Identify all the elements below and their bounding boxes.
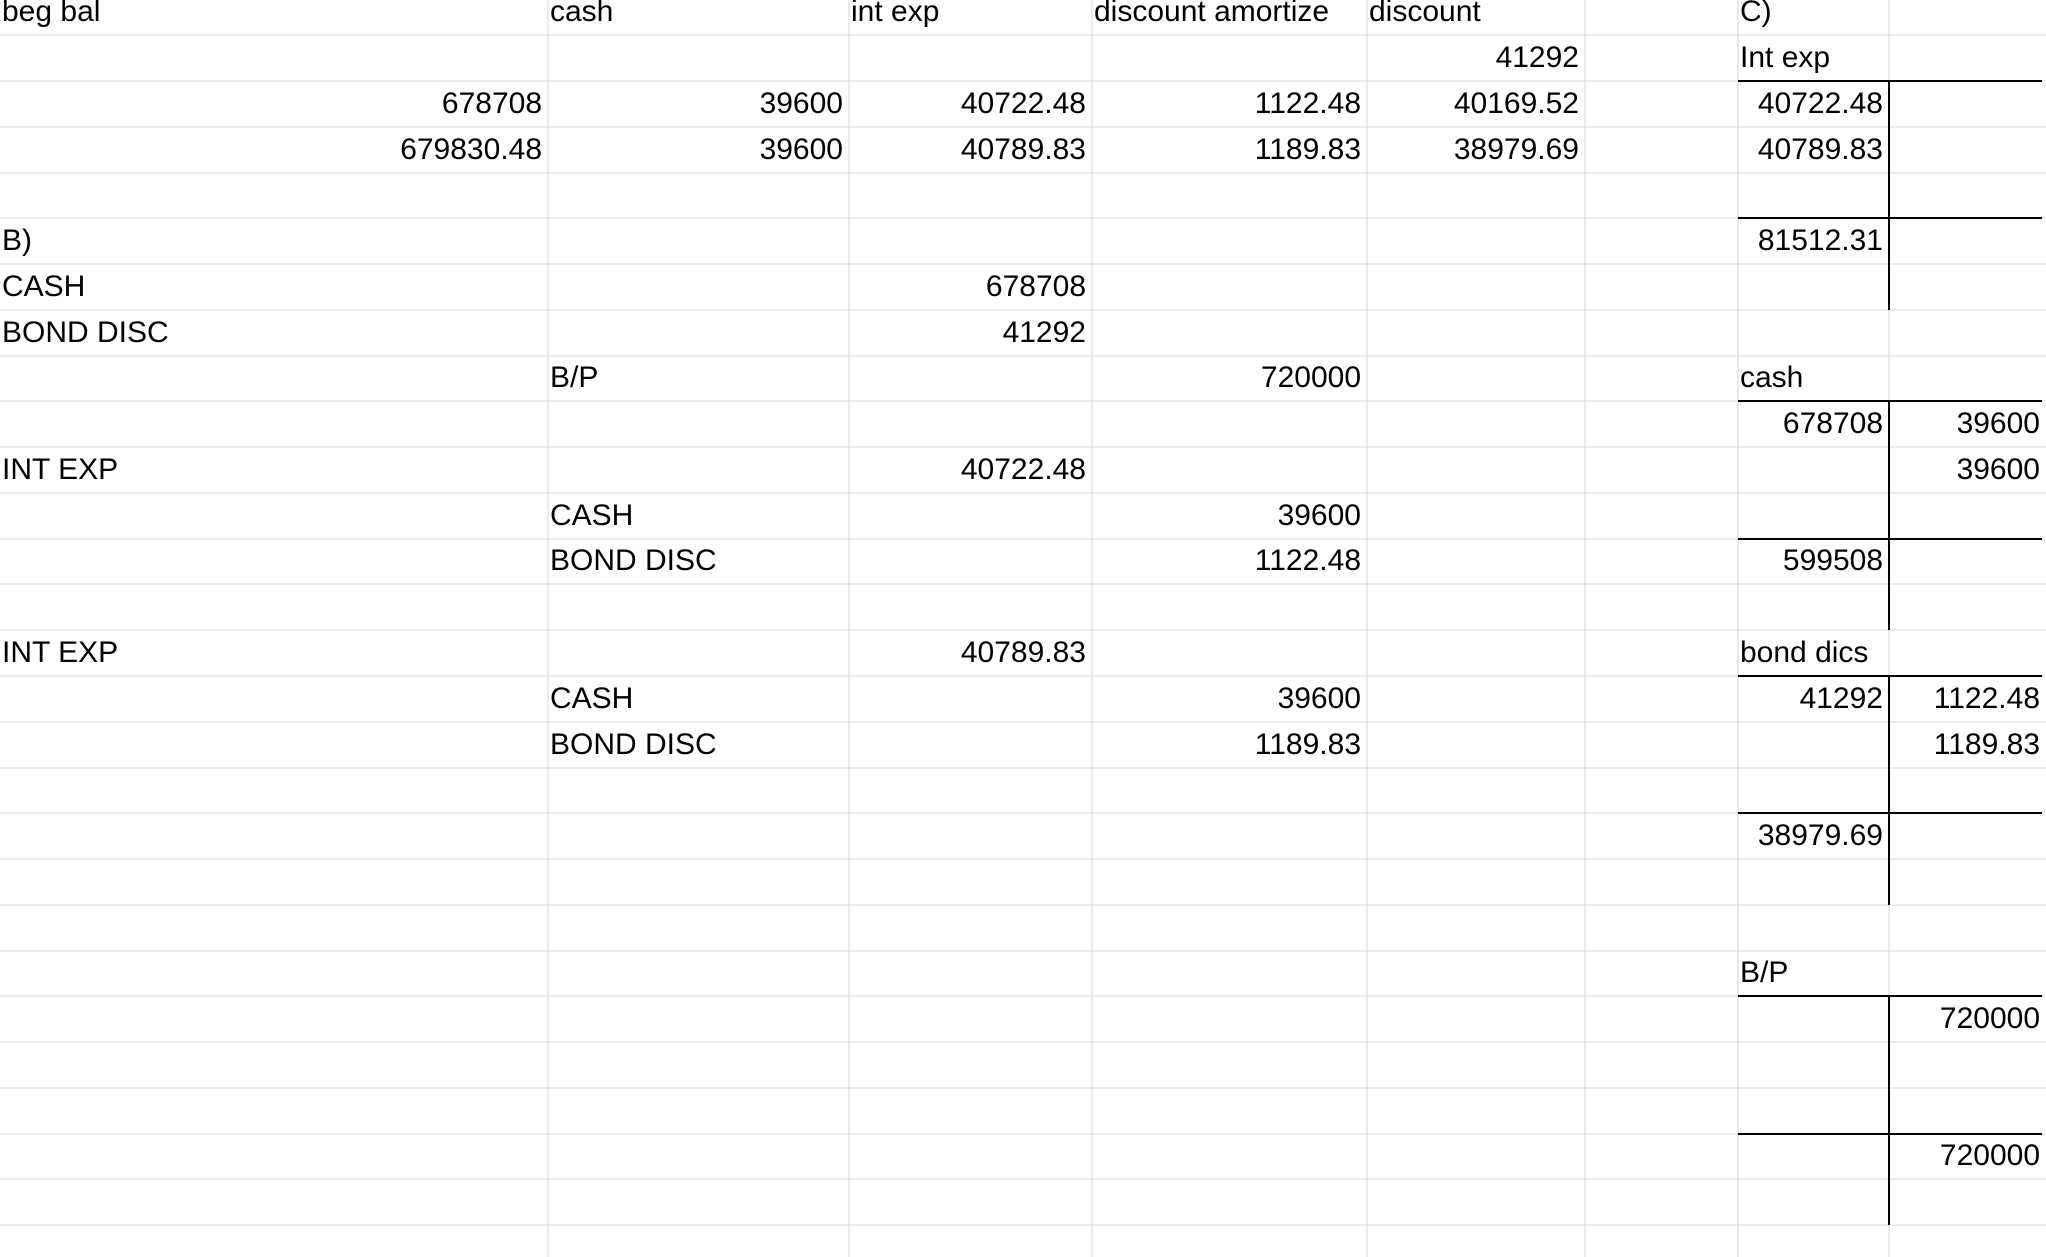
schedule-cell[interactable]: 38979.69 [1367,127,1585,173]
journal-account[interactable]: B/P [548,355,849,401]
journal-account[interactable]: CASH [0,264,548,310]
section-label-b[interactable]: B) [0,218,548,264]
journal-amount[interactable]: 40789.83 [849,630,1092,676]
schedule-cell[interactable]: 39600 [548,127,849,173]
header-discount-amortize[interactable]: discount amortize [1092,0,1367,35]
journal-account[interactable]: BOND DISC [0,310,548,356]
taccount-title[interactable]: cash [1738,355,1889,401]
taccount-title[interactable]: bond dics [1738,630,1889,676]
schedule-cell[interactable]: 40789.83 [849,127,1092,173]
taccount-balance[interactable]: 720000 [1889,1133,2046,1179]
taccount-credit[interactable]: 1189.83 [1889,722,2046,768]
journal-account[interactable]: CASH [548,493,849,539]
opening-discount-cell[interactable]: 41292 [1367,35,1585,81]
taccount-credit[interactable]: 39600 [1889,447,2046,493]
journal-account[interactable]: INT EXP [0,447,548,493]
journal-account[interactable]: BOND DISC [548,722,849,768]
header-discount[interactable]: discount [1367,0,1585,35]
journal-amount[interactable]: 39600 [1092,493,1367,539]
header-int-exp[interactable]: int exp [849,0,1092,35]
taccount-balance[interactable]: 81512.31 [1738,218,1889,264]
journal-account[interactable]: CASH [548,676,849,722]
taccount-balance[interactable]: 38979.69 [1738,813,1889,859]
journal-amount[interactable]: 39600 [1092,676,1367,722]
schedule-cell[interactable]: 1122.48 [1092,81,1367,127]
journal-amount[interactable]: 720000 [1092,355,1367,401]
t-account-rules [1738,80,2042,1225]
taccount-credit[interactable]: 720000 [1889,996,2046,1042]
journal-amount[interactable]: 1122.48 [1092,538,1367,584]
taccount-debit[interactable]: 40722.48 [1738,81,1889,127]
schedule-cell[interactable]: 40169.52 [1367,81,1585,127]
taccount-balance[interactable]: 599508 [1738,538,1889,584]
taccount-credit[interactable]: 1122.48 [1889,676,2046,722]
journal-account[interactable]: INT EXP [0,630,548,676]
taccount-debit[interactable]: 678708 [1738,401,1889,447]
spreadsheet-sheet: A)beg balcashint expdiscount amortizedis… [0,0,2046,1257]
schedule-cell[interactable]: 39600 [548,81,849,127]
schedule-cell[interactable]: 40722.48 [849,81,1092,127]
taccount-debit[interactable]: 40789.83 [1738,127,1889,173]
journal-amount[interactable]: 1189.83 [1092,722,1367,768]
journal-amount[interactable]: 678708 [849,264,1092,310]
taccount-debit[interactable]: 41292 [1738,676,1889,722]
taccount-title[interactable]: B/P [1738,950,1889,996]
taccount-title[interactable]: Int exp [1738,35,1889,81]
section-label-c[interactable]: C) [1738,0,1889,35]
journal-amount[interactable]: 40722.48 [849,447,1092,493]
schedule-cell[interactable]: 679830.48 [0,127,548,173]
header-cash[interactable]: cash [548,0,849,35]
journal-amount[interactable]: 41292 [849,310,1092,356]
schedule-cell[interactable]: 1189.83 [1092,127,1367,173]
header-beg-bal[interactable]: beg bal [0,0,548,35]
taccount-credit[interactable]: 39600 [1889,401,2046,447]
schedule-cell[interactable]: 678708 [0,81,548,127]
journal-account[interactable]: BOND DISC [548,538,849,584]
